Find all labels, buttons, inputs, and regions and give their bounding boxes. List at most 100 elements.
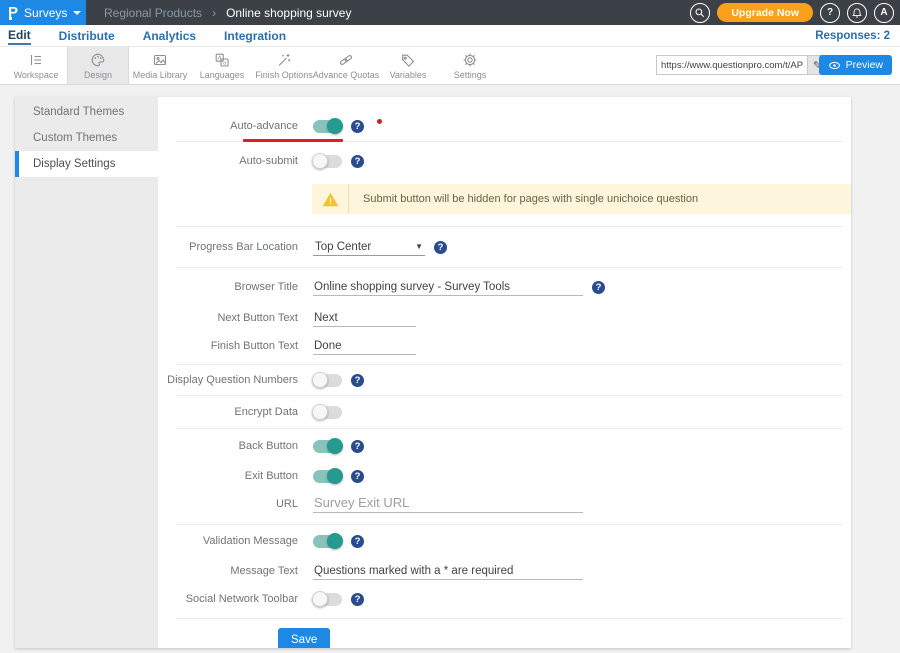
social-network-toolbar-label: Social Network Toolbar <box>158 593 298 605</box>
exit-url-row: URL <box>158 489 851 519</box>
survey-share-url-field: ✎ <box>656 55 828 75</box>
questionpro-logo-icon: P <box>8 5 18 20</box>
message-text-label: Message Text <box>158 565 298 577</box>
breadcrumb-current: Online shopping survey <box>226 6 351 20</box>
validation-message-row: Validation Message <box>158 525 851 557</box>
auto-advance-toggle[interactable] <box>313 120 342 133</box>
display-question-numbers-toggle[interactable] <box>313 374 342 387</box>
finish-button-text-input[interactable] <box>313 338 416 355</box>
next-button-text-input[interactable] <box>313 310 416 327</box>
validation-message-label: Validation Message <box>158 535 298 547</box>
display-question-numbers-help-icon[interactable] <box>351 374 364 387</box>
next-button-text-label: Next Button Text <box>158 312 298 324</box>
browser-title-help-icon[interactable] <box>592 281 605 294</box>
toolbar-item-settings[interactable]: Settings <box>439 47 501 84</box>
annotation-red-dot <box>377 119 382 124</box>
toolbar-item-variables[interactable]: Variables <box>377 47 439 84</box>
top-header: P Surveys Regional Products › Online sho… <box>0 0 900 25</box>
next-button-text-row: Next Button Text <box>158 304 851 332</box>
advance-quotas-chain-icon <box>338 52 354 68</box>
select-arrow-icon <box>415 242 423 251</box>
breadcrumb: Regional Products › Online shopping surv… <box>86 0 351 25</box>
social-network-toolbar-help-icon[interactable] <box>351 593 364 606</box>
toolbar-item-design[interactable]: Design <box>67 47 129 84</box>
exit-url-input[interactable] <box>313 496 583 513</box>
toolbar-item-workspace[interactable]: Workspace <box>5 47 67 84</box>
back-button-toggle[interactable] <box>313 440 342 453</box>
auto-submit-toggle[interactable] <box>313 155 342 168</box>
auto-submit-help-icon[interactable] <box>351 155 364 168</box>
message-text-input[interactable] <box>313 563 583 580</box>
preview-button[interactable]: Preview <box>819 55 892 75</box>
exit-button-row: Exit Button <box>158 463 851 489</box>
social-network-toolbar-row: Social Network Toolbar <box>158 585 851 613</box>
progress-bar-help-icon[interactable] <box>434 241 447 254</box>
app-menu-label: Surveys <box>24 6 67 20</box>
submit-hidden-warning: ! Submit button will be hidden for pages… <box>312 184 851 214</box>
design-palette-icon <box>90 52 106 68</box>
nav-tab-integration[interactable]: Integration <box>224 27 286 44</box>
encrypt-data-toggle[interactable] <box>313 406 342 419</box>
auto-advance-label: Auto-advance <box>158 120 298 132</box>
exit-url-label: URL <box>158 498 298 510</box>
svg-text:A: A <box>218 55 222 61</box>
display-settings-form: Auto-advance Auto-submit ! Submit button… <box>158 97 851 648</box>
settings-gear-icon <box>462 52 478 68</box>
validation-message-toggle[interactable] <box>313 535 342 548</box>
breadcrumb-parent[interactable]: Regional Products <box>104 6 202 20</box>
auto-submit-row: Auto-submit <box>158 142 851 180</box>
svg-text:!: ! <box>329 196 332 206</box>
survey-url-input[interactable] <box>657 56 807 74</box>
display-question-numbers-row: Display Question Numbers <box>158 365 851 395</box>
validation-message-help-icon[interactable] <box>351 535 364 548</box>
back-button-label: Back Button <box>158 440 298 452</box>
nav-tab-distribute[interactable]: Distribute <box>59 27 115 44</box>
save-row: Save <box>158 619 851 648</box>
design-toolbar: Workspace Design Media Library Aa Langua… <box>0 47 900 85</box>
responses-count[interactable]: Responses: 2 <box>815 30 890 42</box>
back-button-help-icon[interactable] <box>351 440 364 453</box>
media-library-icon <box>152 52 168 68</box>
sidebar-item-standard-themes[interactable]: Standard Themes <box>15 99 158 125</box>
finish-button-text-label: Finish Button Text <box>158 340 298 352</box>
toolbar-item-advance-quotas[interactable]: Advance Quotas <box>315 47 377 84</box>
save-button[interactable]: Save <box>278 628 330 648</box>
warning-triangle-icon: ! <box>312 192 348 207</box>
sidebar-item-custom-themes[interactable]: Custom Themes <box>15 125 158 151</box>
display-settings-panel: Standard Themes Custom Themes Display Se… <box>15 97 851 648</box>
browser-title-label: Browser Title <box>158 281 298 293</box>
help-icon[interactable]: ? <box>820 3 840 23</box>
breadcrumb-separator: › <box>212 6 216 20</box>
encrypt-data-label: Encrypt Data <box>158 406 298 418</box>
browser-title-row: Browser Title <box>158 270 851 304</box>
variables-tag-icon <box>400 52 416 68</box>
divider <box>176 267 843 268</box>
chevron-down-icon <box>73 11 81 15</box>
social-network-toolbar-toggle[interactable] <box>313 593 342 606</box>
exit-button-label: Exit Button <box>158 470 298 482</box>
toolbar-item-languages[interactable]: Aa Languages <box>191 47 253 84</box>
progress-bar-location-row: Progress Bar Location Top Center <box>158 227 851 267</box>
exit-button-toggle[interactable] <box>313 470 342 483</box>
toolbar-item-finish-options[interactable]: Finish Options <box>253 47 315 84</box>
exit-button-help-icon[interactable] <box>351 470 364 483</box>
nav-tab-edit[interactable]: Edit <box>8 26 31 45</box>
workspace-icon <box>28 52 44 68</box>
upgrade-now-button[interactable]: Upgrade Now <box>717 3 813 22</box>
search-icon[interactable] <box>690 3 710 23</box>
auto-advance-help-icon[interactable] <box>351 120 364 133</box>
surveys-app-menu[interactable]: P Surveys <box>0 0 86 25</box>
avatar[interactable]: A <box>874 3 894 23</box>
auto-submit-label: Auto-submit <box>158 155 298 167</box>
languages-icon: Aa <box>214 52 230 68</box>
nav-tab-analytics[interactable]: Analytics <box>143 27 196 44</box>
sidebar-item-display-settings[interactable]: Display Settings <box>15 151 158 177</box>
toolbar-item-media-library[interactable]: Media Library <box>129 47 191 84</box>
display-question-numbers-label: Display Question Numbers <box>158 374 298 386</box>
notifications-bell-icon[interactable] <box>847 3 867 23</box>
progress-bar-location-select[interactable]: Top Center <box>313 239 425 256</box>
browser-title-input[interactable] <box>313 279 583 296</box>
eye-icon <box>828 59 841 72</box>
back-button-row: Back Button <box>158 429 851 463</box>
themes-sidebar: Standard Themes Custom Themes Display Se… <box>15 97 158 648</box>
